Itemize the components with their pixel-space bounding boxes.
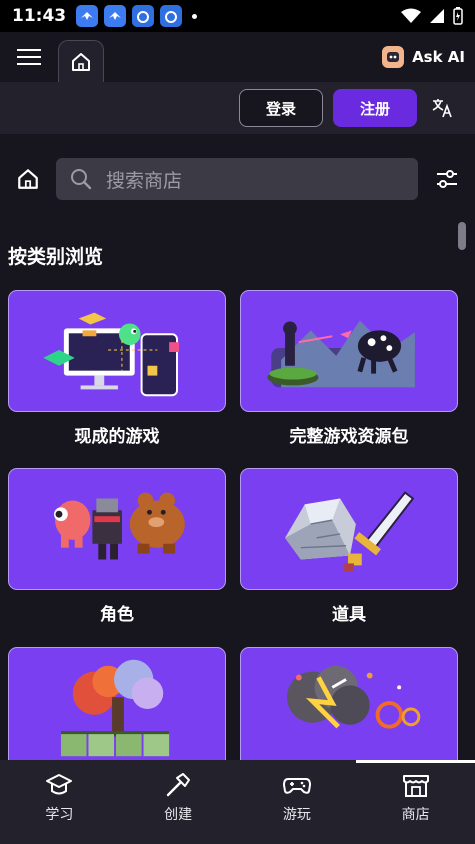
- ready-games-illustration-icon: [43, 312, 179, 397]
- category-label: 现成的游戏: [74, 427, 160, 447]
- wifi-icon: [401, 8, 421, 23]
- translate-icon: [432, 99, 452, 118]
- bottom-nav: 学习 创建 游玩 商店: [0, 760, 475, 844]
- hamburger-icon: [17, 49, 41, 65]
- store-home-button[interactable]: [0, 167, 56, 191]
- category-label: 完整游戏资源包: [289, 427, 409, 447]
- notification-app-icon: [104, 5, 127, 27]
- status-time: 11:43: [12, 6, 67, 26]
- auth-bar: 登录 注册: [0, 82, 475, 134]
- login-button[interactable]: 登录: [239, 89, 323, 127]
- nav-learn[interactable]: 学习: [0, 760, 119, 844]
- menu-button[interactable]: [0, 32, 58, 82]
- nav-label: 学习: [45, 807, 74, 823]
- nav-play[interactable]: 游玩: [238, 760, 357, 844]
- environments-illustration-icon: [60, 659, 170, 757]
- category-thumbnail: [240, 647, 458, 769]
- notification-app-icon: [76, 5, 99, 27]
- battery-icon: [453, 7, 463, 25]
- category-card-items[interactable]: 道具: [240, 468, 458, 625]
- more-notifications-dot: [192, 13, 198, 19]
- characters-illustration-icon: [54, 492, 185, 560]
- category-label: 道具: [332, 605, 366, 625]
- category-thumbnail: [240, 468, 458, 590]
- home-icon: [18, 169, 38, 189]
- ask-ai-label: Ask AI: [412, 48, 465, 66]
- nav-label: 创建: [164, 807, 193, 823]
- storefront-icon: [402, 775, 429, 797]
- nav-label: 商店: [401, 807, 430, 823]
- ask-ai-button[interactable]: Ask AI: [382, 32, 475, 82]
- asset-packs-illustration-icon: [267, 320, 415, 388]
- gamepad-icon: [282, 778, 311, 794]
- top-bar: Ask AI: [0, 32, 475, 82]
- category-card-asset-packs[interactable]: 完整游戏资源包: [240, 290, 458, 447]
- category-thumbnail: [8, 290, 226, 412]
- notification-app-icon: [132, 5, 155, 27]
- nav-label: 游玩: [282, 807, 311, 823]
- items-illustration-icon: [285, 491, 415, 572]
- category-label: 角色: [100, 605, 134, 625]
- category-thumbnail: [8, 468, 226, 590]
- tab-home[interactable]: [58, 40, 104, 82]
- category-card-ready-games[interactable]: 现成的游戏: [8, 290, 226, 447]
- category-thumbnail: [8, 647, 226, 769]
- language-button[interactable]: [427, 89, 459, 127]
- scrollbar-thumb[interactable]: [458, 222, 466, 250]
- effects-illustration-icon: [287, 665, 421, 729]
- search-placeholder: 搜索商店: [106, 169, 183, 192]
- ai-bot-icon: [382, 46, 405, 68]
- search-icon: [71, 169, 92, 190]
- category-thumbnail: [240, 290, 458, 412]
- signal-icon: [430, 9, 444, 23]
- home-icon: [72, 52, 90, 71]
- search-row: 搜索商店: [0, 157, 475, 201]
- status-bar: 11:43: [0, 0, 475, 32]
- nav-create[interactable]: 创建: [119, 760, 238, 844]
- sliders-icon: [436, 170, 457, 188]
- category-card-characters[interactable]: 角色: [8, 468, 226, 625]
- register-button[interactable]: 注册: [333, 89, 417, 127]
- section-title: 按类别浏览: [8, 246, 104, 268]
- graduation-cap-icon: [46, 774, 73, 795]
- search-input[interactable]: 搜索商店: [56, 158, 418, 200]
- hammer-icon: [166, 773, 191, 797]
- notification-app-icon: [160, 5, 183, 27]
- filter-button[interactable]: [418, 168, 475, 190]
- nav-store[interactable]: 商店: [356, 760, 475, 844]
